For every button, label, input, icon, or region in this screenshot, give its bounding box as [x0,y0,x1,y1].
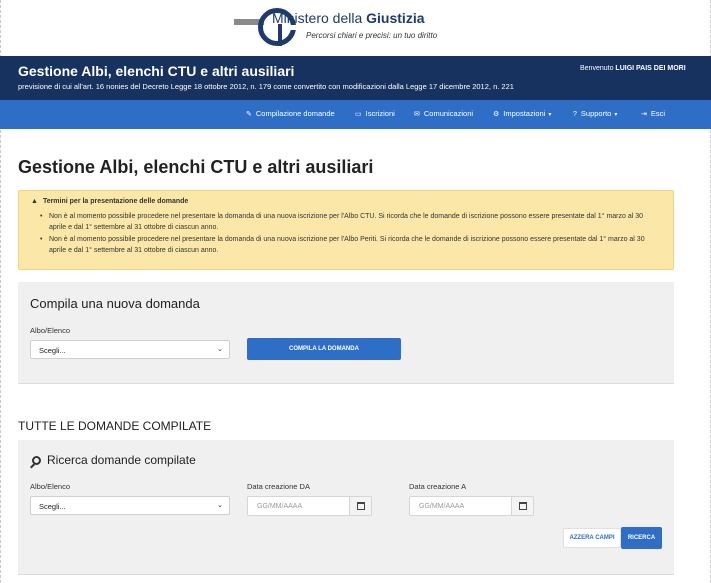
edit-icon: ✎ [246,111,252,118]
logo-g-stem [278,24,282,46]
nav-comunicazioni[interactable]: ✉ Comunicazioni [414,109,473,118]
question-icon: ? [573,111,577,118]
welcome-user: Benvenuto LUIGI PAIS DEI MORI [580,65,686,72]
search-icon [32,456,41,465]
all-applications-heading: TUTTE LE DOMANDE COMPILATE [18,419,212,433]
alert-list: Non è al momento possibile procedere nel… [37,211,657,257]
envelope-icon: ✉ [414,111,420,118]
calendar-icon [357,502,365,510]
alert-item: Non è al momento possibile procedere nel… [37,211,657,233]
date-from-placeholder: GG/MM/AAAA [257,503,303,510]
warning-icon: ▲ [31,198,38,205]
app-header: Gestione Albi, elenchi CTU e altri ausil… [0,56,711,100]
deadlines-alert: ▲ Termini per la presentazione delle doma… [18,190,674,270]
compila-domanda-button[interactable]: COMPILA LA DOMANDA [247,338,401,360]
date-from-field[interactable]: GG/MM/AAAA [247,496,372,516]
caret-down-icon: ▾ [548,112,552,118]
gear-icon: ⚙ [493,111,500,118]
ministry-logo[interactable]: Ministero della Giustizia Percorsi chiar… [232,6,492,48]
alert-title: ▲ Termini per la presentazione delle doma… [31,198,189,205]
search-panel: Ricerca domande compilate Albo/Elenco Sc… [18,440,674,575]
calendar-icon [519,502,527,510]
app-subtitle: previsione di cui all'art. 16 nonies del… [18,82,514,91]
nav-iscrizioni[interactable]: ▭ Iscrizioni [355,109,395,118]
logo-tagline: Percorsi chiari e precisi: un tuo diritt… [306,31,438,40]
azzera-campi-button[interactable]: AZZERA CAMPI [563,528,621,548]
nav-esci[interactable]: ⇥ Esci [641,109,665,118]
search-albo-select[interactable]: Scegli... ⌄ [30,496,230,515]
chevron-down-icon: ⌄ [217,346,223,353]
alert-item: Non è al momento possibile procedere nel… [37,234,657,256]
caret-down-icon: ▾ [614,112,618,118]
new-application-panel: Compila una nuova domanda Albo/Elenco Sc… [18,282,674,384]
nav-compilazione-domande[interactable]: ✎ Compilazione domande [246,109,335,118]
user-name: LUIGI PAIS DEI MORI [615,65,686,72]
logo-title: Ministero della Giustizia [272,10,425,26]
date-to-calendar-button[interactable] [511,497,533,515]
new-application-title: Compila una nuova domanda [30,296,200,311]
albo-select[interactable]: Scegli... ⌄ [30,340,230,359]
date-from-calendar-button[interactable] [349,497,371,515]
date-to-field[interactable]: GG/MM/AAAA [409,496,534,516]
date-to-label: Data creazione A [409,482,467,491]
date-to-placeholder: GG/MM/AAAA [419,503,465,510]
search-albo-label: Albo/Elenco [30,482,71,491]
date-from-label: Data creazione DA [247,482,310,491]
search-title: Ricerca domande compilate [32,453,196,467]
id-card-icon: ▭ [355,111,362,118]
chevron-down-icon: ⌄ [217,502,223,509]
nav-impostazioni[interactable]: ⚙ Impostazioni ▾ [493,109,551,118]
app-title: Gestione Albi, elenchi CTU e altri ausil… [18,63,295,79]
albo-label: Albo/Elenco [30,326,71,335]
nav-supporto[interactable]: ? Supporto ▾ [573,109,617,118]
ricerca-button[interactable]: RICERCA [621,527,662,549]
main-nav: ✎ Compilazione domande ▭ Iscrizioni ✉ Comun… [0,100,711,129]
page-title: Gestione Albi, elenchi CTU e altri ausil… [18,157,374,177]
logout-icon: ⇥ [641,111,647,118]
